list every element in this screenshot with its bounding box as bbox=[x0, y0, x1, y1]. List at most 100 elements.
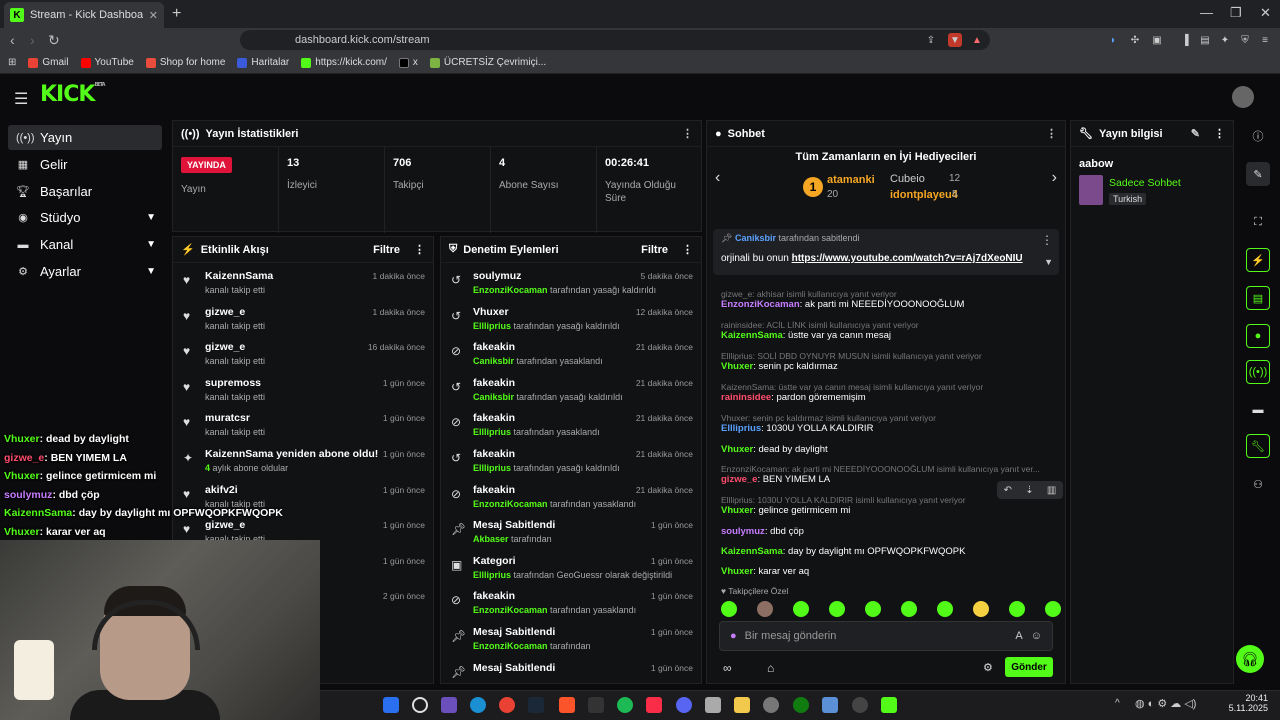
archive-icon[interactable]: ▬ bbox=[1246, 398, 1270, 422]
moderation-item[interactable]: ⊘ fakeakin EnzonziKocaman tarafından yasak… bbox=[441, 481, 701, 517]
pinned-link[interactable]: https://www.youtube.com/watch?v=rAj7dXeo… bbox=[792, 253, 1023, 264]
close-tab-icon[interactable]: ✕ bbox=[149, 9, 158, 22]
wrench-icon[interactable]: 🔧︎ bbox=[1246, 434, 1270, 458]
xbox-icon[interactable] bbox=[793, 697, 809, 713]
emote-icon[interactable] bbox=[829, 601, 845, 617]
emote-icon[interactable] bbox=[937, 601, 953, 617]
more-options-icon[interactable]: ⋮ bbox=[1214, 127, 1225, 140]
emote-icon[interactable] bbox=[757, 601, 773, 617]
clock[interactable]: 20:41 5.11.2025 bbox=[1216, 693, 1268, 713]
points-icon[interactable]: ∞ bbox=[723, 661, 732, 675]
steam-icon[interactable] bbox=[528, 697, 544, 713]
browser-tab[interactable]: K Stream - Kick Dashboard ✕ bbox=[4, 2, 164, 28]
chat-username[interactable]: Vhuxer bbox=[721, 566, 753, 577]
pin-icon[interactable]: ⇣ bbox=[1025, 485, 1033, 496]
forward-button[interactable]: › bbox=[30, 32, 35, 48]
emote-icon[interactable] bbox=[721, 601, 737, 617]
extension-icon[interactable]: ◗ bbox=[1106, 33, 1120, 47]
info-icon[interactable]: ⓘ bbox=[1246, 124, 1270, 148]
help-button[interactable]: 🎧︎ bbox=[1236, 645, 1264, 673]
menu-icon[interactable]: ≡ bbox=[1258, 33, 1272, 47]
chat-message[interactable]: Vhuxer: senin pc kaldırmaz isimli kullan… bbox=[721, 413, 1057, 434]
reply-icon[interactable]: ↶ bbox=[1004, 485, 1012, 496]
more-options-icon[interactable]: ⋮ bbox=[1041, 233, 1053, 247]
bookmark-youtube[interactable]: YouTube bbox=[80, 57, 134, 68]
emote-icon[interactable] bbox=[865, 601, 881, 617]
share-icon[interactable]: ⇪ bbox=[924, 33, 938, 47]
store-icon[interactable]: ⌂ bbox=[767, 661, 774, 675]
rewards-icon[interactable]: ▲ bbox=[970, 33, 984, 47]
wallet-icon[interactable]: ▤ bbox=[1198, 33, 1212, 47]
app-icon[interactable] bbox=[705, 697, 721, 713]
edit-icon[interactable]: ✎ bbox=[1246, 162, 1270, 186]
activity-item[interactable]: ♥ KaizennSama kanalı takip etti 1 dakika ön… bbox=[173, 267, 433, 303]
chat-username[interactable]: raininsidee bbox=[721, 392, 771, 403]
close-window-button[interactable]: ✕ bbox=[1260, 5, 1271, 21]
more-options-icon[interactable]: ⋮ bbox=[682, 243, 693, 256]
moderation-item[interactable]: ⊘ fakeakin Caniksbir tarafından yasaklandı… bbox=[441, 338, 701, 374]
bookmark-shop[interactable]: Shop for home bbox=[145, 57, 225, 68]
chat-message[interactable]: KaizennSama: day by daylight mı OPFWQOPK… bbox=[721, 546, 1057, 557]
chat-message[interactable]: Vhuxer: karar ver aq bbox=[721, 566, 1057, 577]
sidebar-item-basarilar[interactable]: 🏆︎ Başarılar bbox=[8, 179, 162, 204]
emote-icon[interactable] bbox=[793, 601, 809, 617]
windows-start-icon[interactable] bbox=[383, 697, 399, 713]
chevron-left-icon[interactable]: ‹ bbox=[715, 169, 720, 187]
chat-message[interactable]: soulymuz: dbd çöp bbox=[721, 526, 1057, 537]
users-icon[interactable]: ⚇ bbox=[1246, 472, 1270, 496]
chat-username[interactable]: Ellliprius bbox=[721, 423, 761, 434]
brave-shield-icon[interactable]: ▼ bbox=[948, 33, 962, 47]
kick-logo[interactable]: KICKBETA bbox=[40, 82, 106, 107]
filter-button[interactable]: Filtre bbox=[641, 244, 668, 256]
vpn-icon[interactable]: ⛨ bbox=[1238, 33, 1252, 47]
sidebar-item-yayin[interactable]: ((•)) Yayın bbox=[8, 125, 162, 150]
sidebar-item-kanal[interactable]: ▬ Kanal ▼ bbox=[8, 232, 162, 257]
chat-username[interactable]: Vhuxer bbox=[721, 505, 753, 516]
maximize-button[interactable]: ❐ bbox=[1230, 5, 1242, 21]
emote-icon[interactable] bbox=[901, 601, 917, 617]
folder-icon[interactable] bbox=[734, 697, 750, 713]
settings-icon[interactable] bbox=[763, 697, 779, 713]
edge-icon[interactable] bbox=[470, 697, 486, 713]
activity-item[interactable]: ♥ supremoss kanalı takip etti 1 gün önce bbox=[173, 374, 433, 410]
sidebar-item-gelir[interactable]: ▦ Gelir bbox=[8, 152, 162, 177]
edit-icon[interactable]: ✎ bbox=[1191, 127, 1200, 140]
tray-icons[interactable]: ◍ ◐ ⚙ ☁ ◁) bbox=[1135, 697, 1196, 710]
activity-item[interactable]: ♥ gizwe_e kanalı takip etti 1 dakika önce bbox=[173, 303, 433, 339]
sidebar-toggle-icon[interactable]: ▐ bbox=[1178, 33, 1192, 47]
chat-message[interactable]: Ellliprius: SOLİ DBD OYNUYR MUSUN isimli… bbox=[721, 351, 1057, 372]
sidebar-item-studyo[interactable]: ◉ Stüdyo ▼ bbox=[8, 205, 162, 230]
activity-item[interactable]: ♥ gizwe_e kanalı takip etti 16 dakika önce bbox=[173, 338, 433, 374]
chat-message[interactable]: KaizennSama: üstte var ya canın mesaj is… bbox=[721, 382, 1057, 403]
broadcast-icon[interactable]: ((•)) bbox=[1246, 360, 1270, 384]
chat-username[interactable]: Vhuxer bbox=[721, 361, 753, 372]
moderation-item[interactable]: 📌︎ Mesaj Sabitlendi 1 gün önce bbox=[441, 659, 701, 683]
chat-message[interactable]: Vhuxer: dead by daylight bbox=[721, 444, 1057, 455]
chat-username[interactable]: KaizennSama bbox=[721, 330, 783, 341]
bookmark-gmail[interactable]: Gmail bbox=[28, 57, 69, 68]
tray-chevron-icon[interactable]: ^ bbox=[1115, 698, 1120, 709]
app-icon[interactable] bbox=[822, 697, 838, 713]
bookmark-x[interactable]: x bbox=[398, 57, 418, 68]
puzzle-icon[interactable]: ✣ bbox=[1128, 33, 1142, 47]
lightning-icon[interactable]: ⚡ bbox=[1246, 248, 1270, 272]
chat-input[interactable]: ● Bir mesaj gönderin A ☺ bbox=[719, 621, 1053, 651]
moderation-item[interactable]: ⊘ fakeakin Ellliprius tarafından yasakland… bbox=[441, 409, 701, 445]
activity-item[interactable]: ✦ KaizennSama yeniden abone oldu! 4 aylık … bbox=[173, 445, 433, 481]
reload-button[interactable]: ↻ bbox=[48, 32, 60, 49]
emoji-icon[interactable]: ☺ bbox=[1031, 630, 1042, 642]
obs-icon[interactable] bbox=[852, 697, 868, 713]
screenshot-icon[interactable]: ▣ bbox=[1150, 33, 1164, 47]
leo-icon[interactable]: ✦ bbox=[1218, 33, 1232, 47]
emote-icon[interactable] bbox=[973, 601, 989, 617]
chrome-icon[interactable] bbox=[499, 697, 515, 713]
epic-icon[interactable] bbox=[588, 697, 604, 713]
fullscreen-icon[interactable]: ⛶ bbox=[1246, 210, 1270, 234]
search-icon[interactable] bbox=[412, 697, 428, 713]
chat-icon[interactable]: ● bbox=[1246, 324, 1270, 348]
chat-username[interactable]: EnzonziKocaman bbox=[721, 299, 800, 310]
moderation-item[interactable]: ↺ fakeakin Ellliprius tarafından yasağı ka… bbox=[441, 445, 701, 481]
pinned-message[interactable]: 📌︎ Caniksbir tarafından sabitlendi orjin… bbox=[713, 229, 1059, 275]
microphone-icon[interactable]: ● bbox=[730, 630, 737, 642]
activity-item[interactable]: ♥ muratcsr kanalı takip etti 1 gün önce bbox=[173, 409, 433, 445]
